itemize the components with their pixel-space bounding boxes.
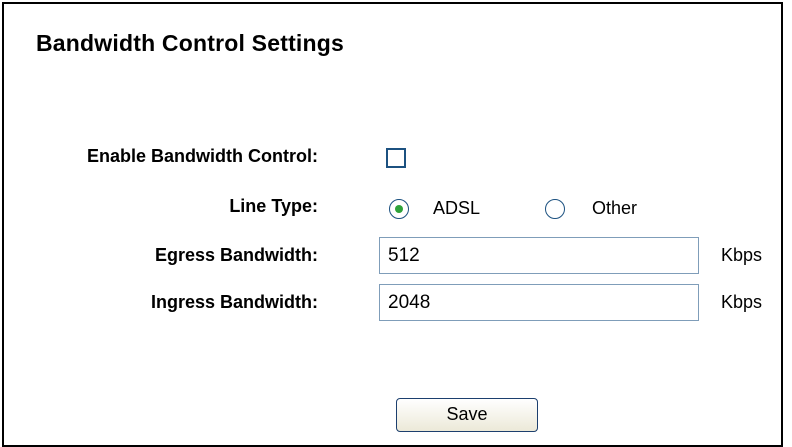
enable-bandwidth-control-label: Enable Bandwidth Control: (87, 146, 318, 166)
line-type-label: Line Type: (229, 196, 318, 216)
radio-selected-dot-icon (395, 205, 403, 213)
settings-panel (2, 2, 783, 447)
egress-bandwidth-label: Egress Bandwidth: (154, 245, 318, 265)
line-type-other-radio[interactable] (545, 199, 565, 219)
save-button[interactable]: Save (396, 398, 538, 432)
line-type-adsl-label: ADSL (433, 198, 481, 218)
enable-bandwidth-control-checkbox[interactable] (386, 148, 406, 168)
ingress-bandwidth-label: Ingress Bandwidth: (150, 292, 318, 312)
line-type-other-label: Other (592, 198, 638, 218)
egress-bandwidth-input[interactable]: 512 (379, 237, 699, 274)
egress-bandwidth-unit: Kbps (721, 245, 763, 265)
line-type-adsl-radio[interactable] (389, 199, 409, 219)
ingress-bandwidth-unit: Kbps (721, 292, 763, 312)
page-title: Bandwidth Control Settings (36, 30, 345, 56)
ingress-bandwidth-input[interactable]: 2048 (379, 284, 699, 321)
